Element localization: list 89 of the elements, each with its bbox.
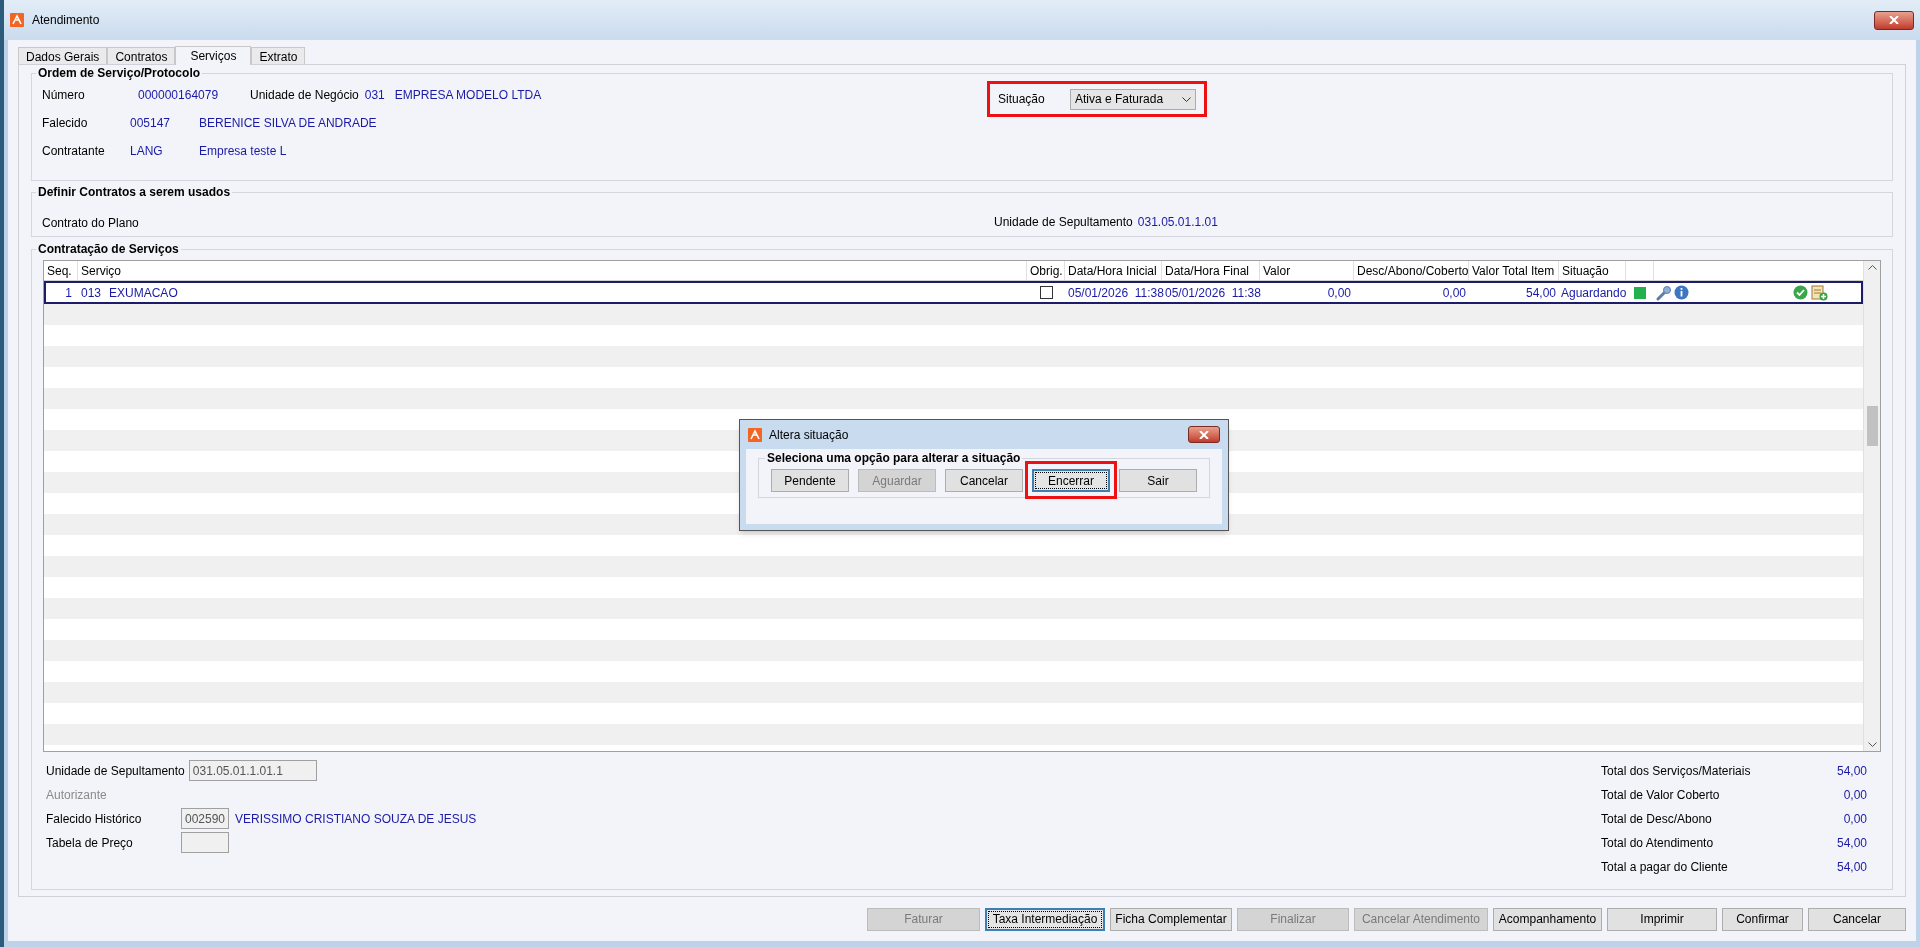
app-logo-icon: [748, 427, 762, 442]
field-label: Contrato do Plano: [42, 215, 139, 230]
group-title: Definir Contratos a serem usados: [38, 186, 231, 198]
document-add-icon[interactable]: [1811, 284, 1828, 301]
field-value: 54,00: [1836, 834, 1867, 852]
tab[interactable]: Serviços: [175, 46, 252, 65]
field-label: Autorizante: [46, 786, 107, 804]
action-button[interactable]: Confirmar: [1722, 907, 1803, 931]
tab[interactable]: Contratos: [107, 47, 176, 64]
close-button[interactable]: [1188, 426, 1220, 443]
action-button[interactable]: Encerrar: [1032, 469, 1110, 492]
vertical-scrollbar[interactable]: [1863, 261, 1880, 751]
close-button[interactable]: [1874, 10, 1914, 30]
field-value: VERISSIMO CRISTIANO SOUZA DE JESUS: [235, 810, 477, 828]
group-title: Seleciona uma opção para alterar a situação: [767, 452, 1021, 464]
app-logo-icon: [10, 13, 24, 27]
table-cell-text: 05/01/2026 11:38: [1164, 284, 1260, 302]
table-cell-text: Aguardando: [1560, 284, 1626, 302]
field-value: EMPRESA MODELO LTDA: [394, 87, 542, 104]
field-label: Unidade de Sepultamento: [46, 762, 185, 780]
group-title: Contratação de Serviços: [38, 243, 179, 255]
action-button[interactable]: Cancelar: [945, 469, 1023, 492]
window-title: Atendimento: [32, 12, 101, 29]
field-value: 031.05.01.1.01: [1137, 213, 1218, 231]
table-cell-text: 1: [64, 284, 73, 302]
column-header[interactable]: Valor: [1260, 261, 1354, 280]
field-value: LANG: [130, 143, 164, 160]
close-icon: [1889, 16, 1899, 24]
action-button[interactable]: Sair: [1119, 469, 1197, 492]
readonly-field[interactable]: 002590: [181, 808, 229, 829]
column-header[interactable]: Data/Hora Inicial: [1065, 261, 1162, 280]
scrollbar-thumb[interactable]: [1866, 406, 1878, 446]
column-header[interactable]: Valor Total Item: [1469, 261, 1559, 280]
table-cell-text: 54,00: [1524, 284, 1557, 302]
action-button[interactable]: Imprimir: [1607, 907, 1717, 931]
field-label: Unidade de Sepultamento: [994, 213, 1133, 231]
field-label: Total de Desc/Abono: [1601, 810, 1712, 828]
table-cell-text: 0,00: [1326, 284, 1352, 302]
field-label: Unidade de Negócio: [250, 87, 359, 104]
chevron-up-icon[interactable]: [1867, 265, 1877, 270]
dialog-title: Altera situação: [769, 426, 850, 444]
field-label: Total dos Serviços/Materiais: [1601, 762, 1751, 780]
action-button[interactable]: Acompanhamento: [1493, 907, 1602, 931]
field-label: Número: [42, 87, 86, 104]
field-label: Total de Valor Coberto: [1601, 786, 1720, 804]
field-label: Tabela de Preço: [46, 834, 134, 852]
situation-dropdown[interactable]: Ativa e Faturada: [1070, 88, 1196, 110]
action-button[interactable]: Ficha Complementar: [1110, 907, 1232, 931]
field-value: 005147: [130, 115, 172, 132]
group-title: Ordem de Serviço/Protocolo: [38, 67, 201, 79]
field-label: Falecido Histórico: [46, 810, 143, 828]
tab[interactable]: Dados Gerais: [18, 47, 108, 64]
chevron-down-icon[interactable]: [1867, 742, 1877, 747]
table-cell-text: 0,00: [1441, 284, 1467, 302]
column-header[interactable]: Seq.: [44, 261, 78, 280]
info-icon[interactable]: [1674, 285, 1689, 300]
field-value: 0,00: [1843, 786, 1867, 804]
check-circle-icon[interactable]: [1793, 285, 1808, 300]
field-value: 000000164079: [138, 87, 220, 104]
column-header[interactable]: Situação: [1559, 261, 1626, 280]
table-cell-text: 013: [81, 284, 102, 302]
field-label: Falecido: [42, 115, 89, 132]
wrench-icon[interactable]: [1656, 284, 1672, 301]
close-icon: [1199, 430, 1209, 439]
readonly-field[interactable]: 031.05.01.1.01.1: [188, 760, 317, 781]
table-cell-text: 05/01/2026 11:38: [1067, 284, 1162, 302]
column-header[interactable]: Serviço: [78, 261, 1027, 280]
field-value: 031: [364, 87, 386, 104]
field-value: 0,00: [1843, 810, 1867, 828]
field-value: 54,00: [1836, 762, 1867, 780]
action-button[interactable]: Pendente: [771, 469, 849, 492]
action-button[interactable]: Taxa Intermediação: [985, 907, 1105, 931]
field-label: Total do Atendimento: [1601, 834, 1714, 852]
column-header[interactable]: Desc/Abono/Coberto: [1354, 261, 1469, 280]
table-row[interactable]: 1 013 EXUMACAO 05/01/2026 11:3805/01/2026 11:38 0,00 0,00 54,00 Aguardando: [44, 281, 1863, 304]
field-value: BERENICE SILVA DE ANDRADE: [199, 115, 377, 132]
action-button[interactable]: Cancelar: [1808, 907, 1906, 931]
column-header[interactable]: Obrig.: [1027, 261, 1065, 280]
field-label: Contratante: [42, 143, 106, 160]
column-header[interactable]: Data/Hora Final: [1162, 261, 1260, 280]
table-cell-text: EXUMACAO: [109, 284, 178, 302]
readonly-field[interactable]: [181, 832, 229, 853]
checkbox[interactable]: [1039, 286, 1053, 299]
field-label: Situação: [998, 91, 1046, 108]
field-value: 54,00: [1836, 858, 1867, 876]
tab[interactable]: Extrato: [251, 47, 306, 64]
field-label: Total a pagar do Cliente: [1601, 858, 1728, 876]
chevron-down-icon: [1182, 96, 1191, 102]
field-value: Empresa teste L: [199, 143, 287, 160]
